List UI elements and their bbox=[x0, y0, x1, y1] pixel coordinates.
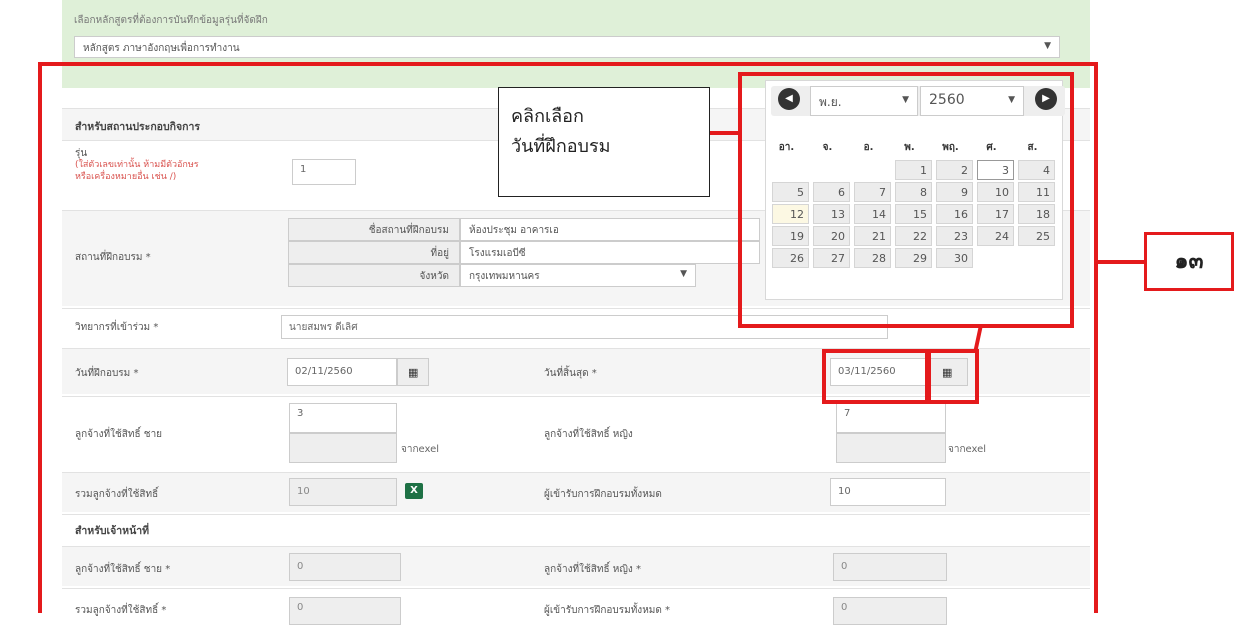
calendar-highlight-box bbox=[738, 72, 1074, 328]
chevron-down-icon: ▼ bbox=[1044, 41, 1051, 51]
course-select-label: เลือกหลักสูตรที่ต้องการบันทึกข้อมูลรุ่นท… bbox=[74, 15, 268, 26]
step-connector bbox=[1098, 260, 1144, 264]
callout-connector bbox=[710, 131, 740, 135]
end-date-highlight-box bbox=[822, 349, 929, 404]
step-number-box: ๑๓ bbox=[1144, 232, 1234, 291]
calendar-button-highlight-box bbox=[927, 349, 979, 404]
course-select-value: หลักสูตร ภาษาอังกฤษเพื่อการทำงาน bbox=[83, 43, 240, 54]
course-select[interactable]: หลักสูตร ภาษาอังกฤษเพื่อการทำงาน ▼ bbox=[74, 36, 1060, 58]
